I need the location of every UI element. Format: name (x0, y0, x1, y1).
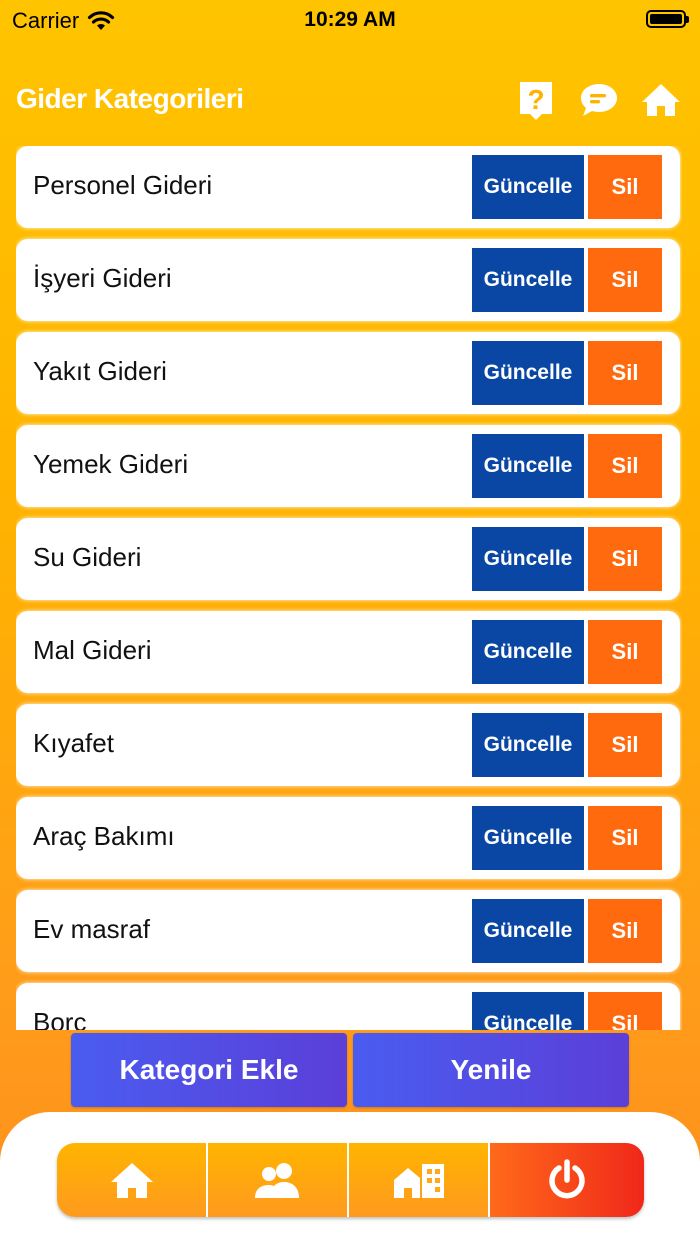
category-name: Mal Gideri (33, 635, 152, 665)
delete-button[interactable]: Sil (588, 527, 662, 591)
update-button[interactable]: Güncelle (472, 248, 584, 312)
category-row[interactable]: Borç Güncelle Sil (16, 983, 680, 1030)
page-title: Gider Kategorileri (16, 83, 244, 114)
delete-button[interactable]: Sil (588, 713, 662, 777)
update-button[interactable]: Güncelle (472, 806, 584, 870)
update-button[interactable]: Güncelle (472, 992, 584, 1030)
update-button[interactable]: Güncelle (472, 341, 584, 405)
delete-button[interactable]: Sil (588, 992, 662, 1030)
clock: 10:29 AM (304, 8, 396, 31)
category-row[interactable]: Yemek Gideri Güncelle Sil (16, 425, 680, 507)
category-row[interactable]: Yakıt Gideri Güncelle Sil (16, 332, 680, 414)
battery-icon (646, 10, 689, 28)
category-name: Araç Bakımı (33, 821, 175, 851)
header: Gider Kategorileri ? (0, 78, 700, 126)
action-bar: Kategori Ekle Yenile (0, 1032, 700, 1108)
category-row[interactable]: İşyeri Gideri Güncelle Sil (16, 239, 680, 321)
category-row[interactable]: Mal Gideri Güncelle Sil (16, 611, 680, 693)
category-list[interactable]: Personel Gideri Güncelle Sil İşyeri Gideri G… (16, 146, 682, 1030)
tab-logout[interactable] (490, 1143, 644, 1217)
header-icons: ? (516, 78, 680, 122)
update-button[interactable]: Güncelle (472, 620, 584, 684)
refresh-button[interactable]: Yenile (353, 1033, 629, 1107)
delete-button[interactable]: Sil (588, 341, 662, 405)
category-name: İşyeri Gideri (33, 263, 172, 293)
delete-button[interactable]: Sil (588, 248, 662, 312)
update-button[interactable]: Güncelle (472, 713, 584, 777)
buildings-icon (393, 1164, 444, 1198)
tab-bar (57, 1143, 644, 1217)
delete-button[interactable]: Sil (588, 155, 662, 219)
delete-button[interactable]: Sil (588, 806, 662, 870)
update-button[interactable]: Güncelle (472, 155, 584, 219)
category-row[interactable]: Kıyafet Güncelle Sil (16, 704, 680, 786)
category-row[interactable]: Araç Bakımı Güncelle Sil (16, 797, 680, 879)
category-name: Borç (33, 1007, 87, 1030)
users-icon (254, 1163, 299, 1198)
home-icon (110, 1163, 153, 1198)
tab-home[interactable] (57, 1143, 208, 1217)
svg-text:?: ? (527, 84, 544, 115)
update-button[interactable]: Güncelle (472, 899, 584, 963)
update-button[interactable]: Güncelle (472, 434, 584, 498)
chat-icon[interactable] (578, 78, 618, 122)
status-bar: Carrier 10:29 AM (0, 0, 700, 40)
update-button[interactable]: Güncelle (472, 527, 584, 591)
category-name: Su Gideri (33, 542, 142, 572)
category-name: Yakıt Gideri (33, 356, 167, 386)
category-row[interactable]: Personel Gideri Güncelle Sil (16, 146, 680, 228)
category-row[interactable]: Ev masraf Güncelle Sil (16, 890, 680, 972)
category-name: Personel Gideri (33, 170, 213, 200)
tab-buildings[interactable] (349, 1143, 490, 1217)
delete-button[interactable]: Sil (588, 434, 662, 498)
delete-button[interactable]: Sil (588, 899, 662, 963)
home-icon[interactable] (640, 78, 680, 122)
add-category-button[interactable]: Kategori Ekle (71, 1033, 347, 1107)
delete-button[interactable]: Sil (588, 620, 662, 684)
category-name: Yemek Gideri (33, 449, 189, 479)
help-icon[interactable]: ? (516, 78, 556, 122)
tab-users[interactable] (208, 1143, 349, 1217)
category-name: Ev masraf (33, 914, 151, 944)
category-row[interactable]: Su Gideri Güncelle Sil (16, 518, 680, 600)
power-icon (549, 1159, 585, 1199)
category-name: Kıyafet (33, 728, 114, 758)
